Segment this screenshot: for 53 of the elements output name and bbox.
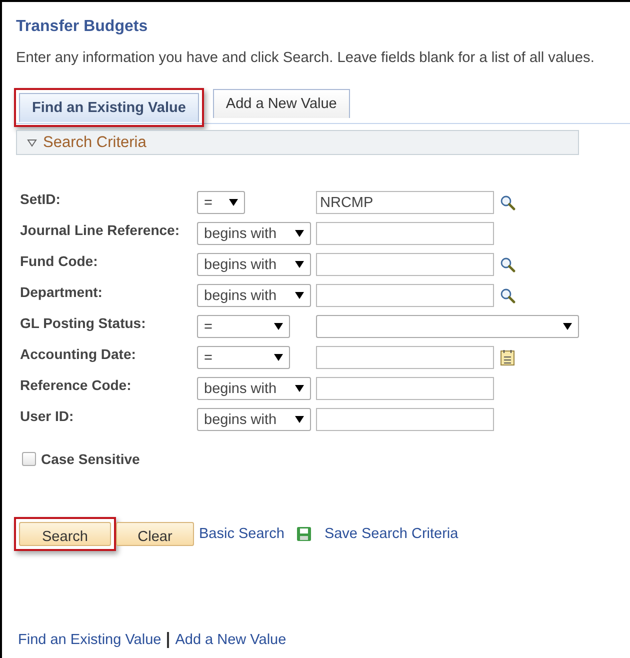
- save-icon[interactable]: [296, 526, 312, 542]
- input-field[interactable]: [316, 346, 494, 369]
- operator-dropdown[interactable]: begins with: [197, 408, 311, 431]
- field-label: Accounting Date:: [20, 346, 137, 362]
- section-title: Search Criteria: [43, 134, 146, 152]
- field-label: Reference Code:: [20, 377, 132, 393]
- button[interactable]: Search: [19, 522, 111, 546]
- search-icon[interactable]: [500, 194, 516, 210]
- caret-icon: [229, 198, 238, 207]
- checkbox-label: Case Sensitive: [41, 451, 140, 467]
- footer-link[interactable]: Find an Existing Value: [18, 632, 162, 648]
- operator-dropdown[interactable]: =: [197, 315, 290, 338]
- input-field[interactable]: [316, 284, 494, 307]
- input-field[interactable]: NRCMP: [316, 191, 494, 214]
- operator-dropdown[interactable]: begins with: [197, 253, 311, 276]
- operator-dropdown[interactable]: =: [197, 346, 290, 369]
- tab[interactable]: Add a New Value: [212, 89, 350, 118]
- input-field[interactable]: [316, 253, 494, 276]
- value-dropdown[interactable]: [316, 315, 579, 338]
- tab[interactable]: Find an Existing Value: [19, 93, 199, 122]
- footer-link[interactable]: Add a New Value: [175, 632, 286, 648]
- caret-icon: [295, 384, 304, 393]
- field-label: SetID:: [20, 191, 62, 207]
- button[interactable]: Clear: [116, 522, 194, 546]
- caret-icon: [274, 322, 283, 331]
- input-field[interactable]: [316, 222, 494, 245]
- caret-icon: [274, 353, 283, 362]
- field-label: GL Posting Status:: [20, 315, 147, 331]
- instructions-text: Enter any information you have and click Search. Leave fields blank for a list of all values.: [16, 50, 596, 66]
- operator-dropdown[interactable]: begins with: [197, 222, 311, 245]
- search-icon[interactable]: [500, 256, 516, 272]
- operator-dropdown[interactable]: =: [197, 191, 245, 214]
- link[interactable]: Basic Search: [199, 526, 284, 542]
- operator-dropdown[interactable]: begins with: [197, 284, 311, 307]
- link[interactable]: Save Search Criteria: [324, 526, 458, 542]
- field-label: User ID:: [20, 408, 75, 424]
- collapse-icon[interactable]: [27, 138, 37, 146]
- caret-icon: [563, 322, 572, 331]
- operator-dropdown[interactable]: begins with: [197, 377, 311, 400]
- search-icon[interactable]: [500, 288, 516, 304]
- input-field[interactable]: [316, 408, 494, 431]
- field-label: Journal Line Reference:: [20, 222, 180, 238]
- section-header[interactable]: Search Criteria: [16, 130, 579, 155]
- caret-icon: [295, 415, 304, 424]
- caret-icon: [295, 260, 304, 269]
- caret-icon: [295, 291, 304, 300]
- page-title: Transfer Budgets: [16, 18, 149, 36]
- caret-icon: [295, 229, 304, 238]
- calendar-icon[interactable]: [500, 349, 515, 366]
- field-label: Fund Code:: [20, 253, 99, 269]
- input-field[interactable]: [316, 377, 494, 400]
- checkbox[interactable]: [22, 452, 36, 466]
- field-label: Department:: [20, 284, 104, 300]
